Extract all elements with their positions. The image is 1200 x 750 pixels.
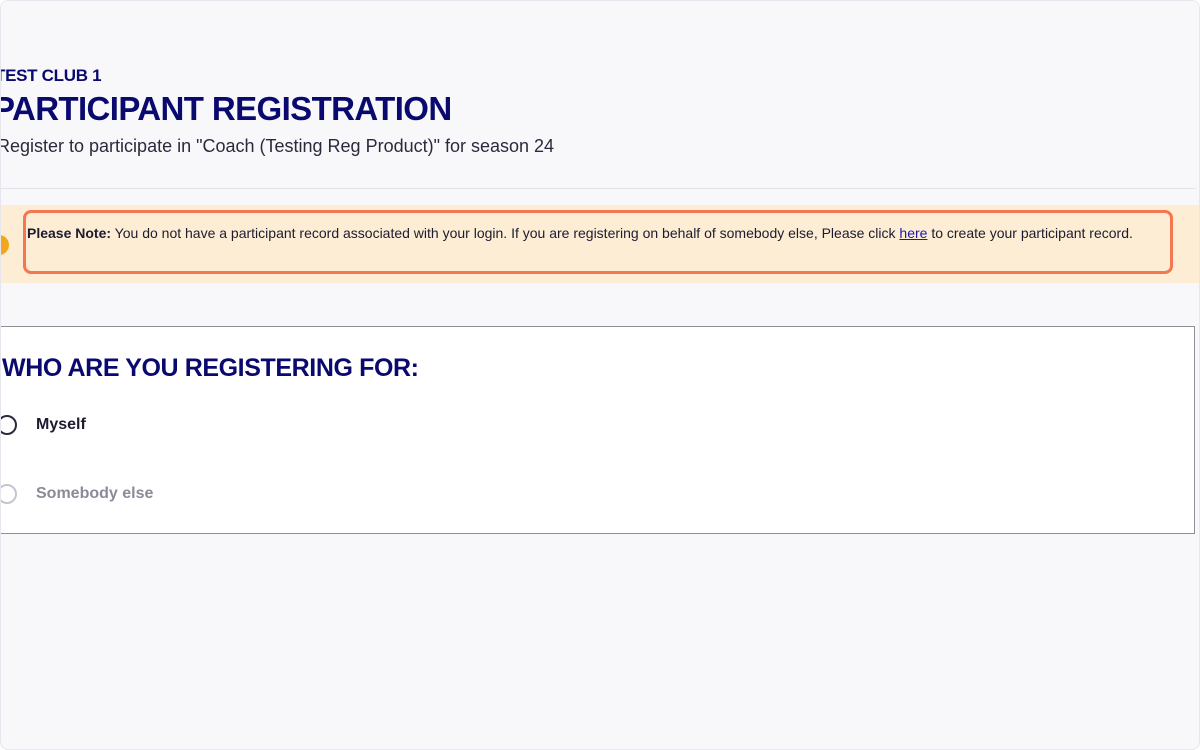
registering-for-card: WHO ARE YOU REGISTERING FOR: Myself Some…	[1, 326, 1195, 534]
notice-banner: Please Note: You do not have a participa…	[1, 205, 1199, 283]
page-title: PARTICIPANT REGISTRATION	[0, 90, 452, 127]
registration-page: TEST CLUB 1 PARTICIPANT REGISTRATION Reg…	[0, 0, 1200, 750]
notice-text: Please Note: You do not have a participa…	[27, 222, 1171, 245]
notice-text-before-link: You do not have a participant record ass…	[111, 225, 900, 241]
radio-button-myself[interactable]	[1, 415, 17, 435]
notice-label: Please Note:	[27, 225, 112, 241]
create-participant-link[interactable]: here	[899, 225, 927, 241]
page-subtitle: Register to participate in "Coach (Testi…	[0, 136, 555, 156]
radio-label-somebody-else: Somebody else	[36, 485, 154, 502]
radio-label-myself: Myself	[36, 416, 86, 433]
radio-button-somebody-else[interactable]	[1, 484, 17, 504]
warning-icon	[1, 235, 9, 255]
notice-text-after-link: to create your participant record.	[927, 225, 1133, 241]
radio-option-myself[interactable]: Myself	[1, 415, 86, 435]
club-name: TEST CLUB 1	[0, 66, 102, 85]
radio-option-somebody-else[interactable]: Somebody else	[1, 484, 154, 504]
registering-for-heading: WHO ARE YOU REGISTERING FOR:	[2, 354, 419, 382]
header-divider	[1, 188, 1196, 189]
